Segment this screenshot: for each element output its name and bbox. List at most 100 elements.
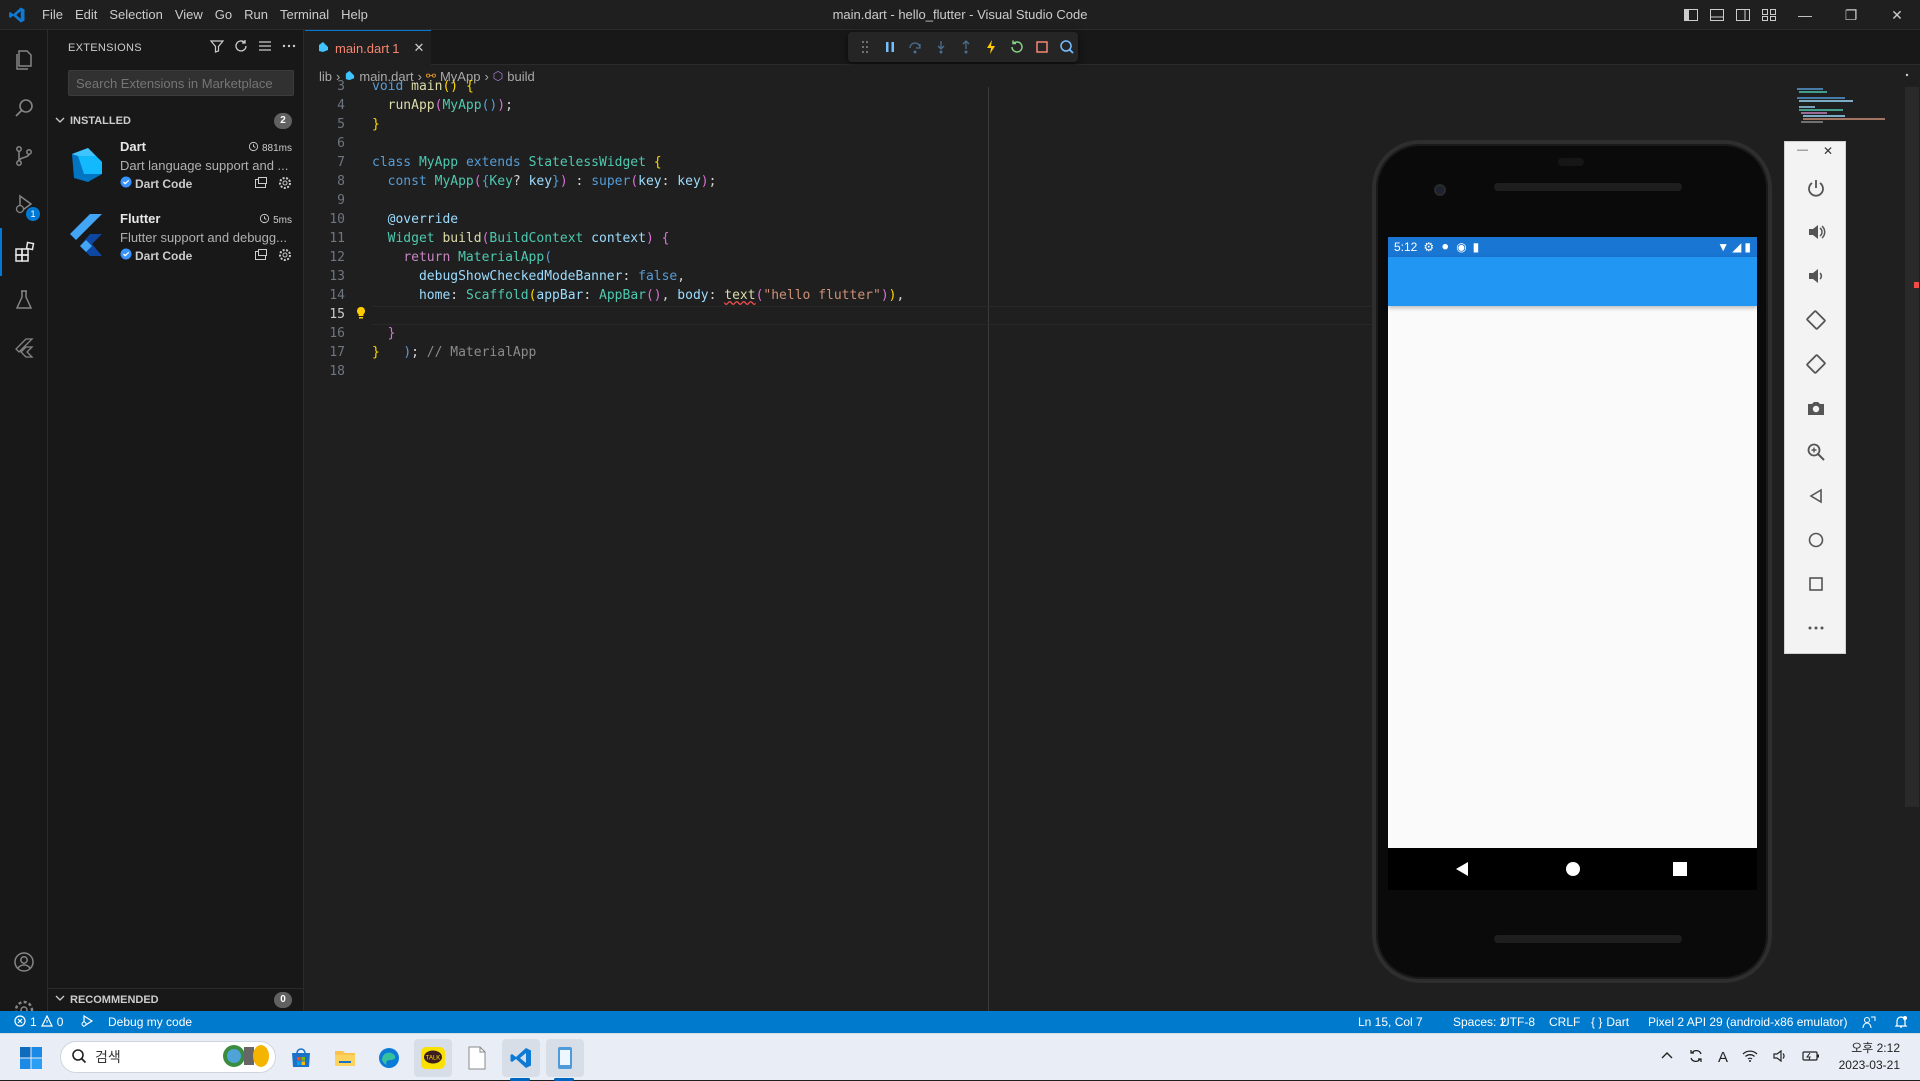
phone-bottom-speaker — [1494, 935, 1682, 943]
nav-back-icon[interactable] — [1454, 860, 1470, 883]
source-control-icon[interactable] — [0, 132, 48, 180]
chevron-up-icon[interactable] — [1660, 1049, 1674, 1066]
step-into-icon[interactable] — [930, 36, 951, 58]
menu-edit[interactable]: Edit — [69, 7, 103, 22]
notepad-file-icon[interactable] — [458, 1039, 496, 1077]
cursor-position[interactable]: Ln 15, Col 7 — [1358, 1011, 1423, 1033]
windows-start-icon[interactable] — [12, 1039, 50, 1077]
phone-speaker — [1494, 183, 1682, 191]
indentation[interactable]: Spaces: 2 — [1453, 1011, 1506, 1033]
restore-button[interactable]: ❐ — [1828, 0, 1874, 30]
flutter-icon[interactable] — [0, 324, 48, 372]
explorer-icon[interactable] — [0, 36, 48, 84]
wifi-icon[interactable] — [1742, 1048, 1758, 1067]
step-over-icon[interactable] — [905, 36, 926, 58]
editor-scrollbar[interactable] — [1905, 87, 1919, 807]
toggle-panel-icon[interactable] — [1704, 0, 1730, 30]
hot-reload-icon[interactable] — [981, 36, 1002, 58]
rotate-right-icon[interactable] — [1785, 342, 1847, 386]
menu-file[interactable]: File — [36, 7, 69, 22]
extension-sync-icon[interactable] — [254, 248, 268, 267]
extensions-search-input[interactable] — [68, 70, 294, 96]
rotate-left-icon[interactable] — [1785, 298, 1847, 342]
problems-indicator[interactable]: 1 0 — [14, 1011, 63, 1033]
input-method-icon[interactable]: A — [1718, 1049, 1728, 1066]
back-icon[interactable] — [1785, 474, 1847, 518]
nav-home-icon[interactable] — [1565, 861, 1581, 882]
menu-run[interactable]: Run — [238, 7, 274, 22]
minimize-button[interactable]: — — [1782, 0, 1828, 30]
tab-main-dart[interactable]: main.dart 1 ✕ — [305, 30, 431, 65]
edge-browser-icon[interactable] — [370, 1039, 408, 1077]
line-endings[interactable]: CRLF — [1549, 1011, 1580, 1033]
kakaotalk-icon[interactable]: TALK — [414, 1039, 452, 1077]
overview-icon[interactable] — [1785, 562, 1847, 606]
home-icon[interactable] — [1785, 518, 1847, 562]
extension-settings-gear-icon[interactable] — [278, 176, 292, 195]
installed-section-header[interactable]: INSTALLED 2 — [48, 110, 304, 132]
refresh-icon[interactable] — [233, 38, 249, 59]
microsoft-store-icon[interactable] — [282, 1039, 320, 1077]
emulator-minimize-button[interactable]: — — [1797, 144, 1808, 156]
minimap[interactable] — [1793, 87, 1903, 127]
filter-icon[interactable] — [209, 38, 225, 59]
line-number: 12 — [329, 250, 345, 265]
android-emulator-taskbar-icon[interactable] — [546, 1039, 584, 1077]
restart-icon[interactable] — [1006, 36, 1027, 58]
more-actions-icon[interactable] — [281, 38, 297, 59]
extensions-icon[interactable] — [0, 228, 48, 276]
menu-selection[interactable]: Selection — [103, 7, 168, 22]
flutter-inspector-icon[interactable] — [1057, 36, 1078, 58]
sync-tray-icon[interactable] — [1688, 1048, 1704, 1067]
extension-item-flutter[interactable]: Flutter 5ms Flutter support and debugg..… — [48, 204, 304, 276]
zoom-icon[interactable] — [1785, 430, 1847, 474]
battery-icon[interactable] — [1802, 1048, 1820, 1067]
customize-layout-icon[interactable] — [1756, 0, 1782, 30]
menu-terminal[interactable]: Terminal — [274, 7, 335, 22]
run-debug-icon[interactable]: 1 — [0, 180, 48, 228]
encoding[interactable]: UTF-8 — [1501, 1011, 1535, 1033]
volume-up-icon[interactable] — [1785, 210, 1847, 254]
extension-item-dart[interactable]: Dart 881ms Dart language support and ...… — [48, 132, 304, 204]
taskbar-clock[interactable]: 오후 2:12 2023-03-21 — [1839, 1040, 1900, 1074]
feedback-icon[interactable] — [1862, 1011, 1876, 1033]
menu-go[interactable]: Go — [209, 7, 238, 22]
search-icon[interactable] — [0, 84, 48, 132]
notifications-bell-icon[interactable] — [1894, 1011, 1908, 1033]
more-icon[interactable] — [1785, 606, 1847, 650]
flutter-app-bar — [1388, 257, 1757, 306]
recommended-section-header[interactable]: RECOMMENDED 0 — [48, 988, 304, 1010]
language-mode[interactable]: { } Dart — [1591, 1011, 1629, 1033]
warning-count: 0 — [56, 1015, 64, 1029]
file-explorer-icon[interactable] — [326, 1039, 364, 1077]
step-out-icon[interactable] — [955, 36, 976, 58]
power-icon[interactable] — [1785, 166, 1847, 210]
camera-icon[interactable] — [1785, 386, 1847, 430]
emulator-screen[interactable] — [1388, 237, 1757, 848]
line-number: 17 — [329, 345, 345, 360]
vscode-taskbar-icon[interactable] — [502, 1039, 540, 1077]
device-selector[interactable]: Pixel 2 API 29 (android-x86 emulator) — [1648, 1011, 1847, 1033]
accounts-icon[interactable] — [0, 938, 48, 986]
taskbar-search-box[interactable]: 검색 — [60, 1041, 276, 1073]
volume-down-icon[interactable] — [1785, 254, 1847, 298]
toggle-secondary-sidebar-icon[interactable] — [1730, 0, 1756, 30]
emulator-close-button[interactable]: ✕ — [1823, 144, 1833, 158]
close-window-button[interactable]: ✕ — [1874, 0, 1920, 30]
close-icon[interactable]: ✕ — [413, 40, 424, 56]
menu-view[interactable]: View — [169, 7, 209, 22]
extension-sync-icon[interactable] — [254, 176, 268, 195]
clear-icon[interactable] — [257, 38, 273, 59]
lightbulb-icon[interactable] — [355, 306, 367, 326]
stop-icon[interactable] — [1031, 36, 1052, 58]
volume-icon[interactable] — [1772, 1048, 1788, 1067]
menu-help[interactable]: Help — [335, 7, 374, 22]
pause-icon[interactable] — [879, 36, 900, 58]
debug-config-item[interactable]: Debug my code — [80, 1011, 192, 1033]
drag-handle-icon[interactable] — [854, 36, 875, 58]
toggle-primary-sidebar-icon[interactable] — [1678, 0, 1704, 30]
extension-settings-gear-icon[interactable] — [278, 248, 292, 267]
testing-icon[interactable] — [0, 276, 48, 324]
clock-time: 오후 2:12 — [1851, 1041, 1900, 1055]
nav-overview-icon[interactable] — [1673, 862, 1687, 881]
